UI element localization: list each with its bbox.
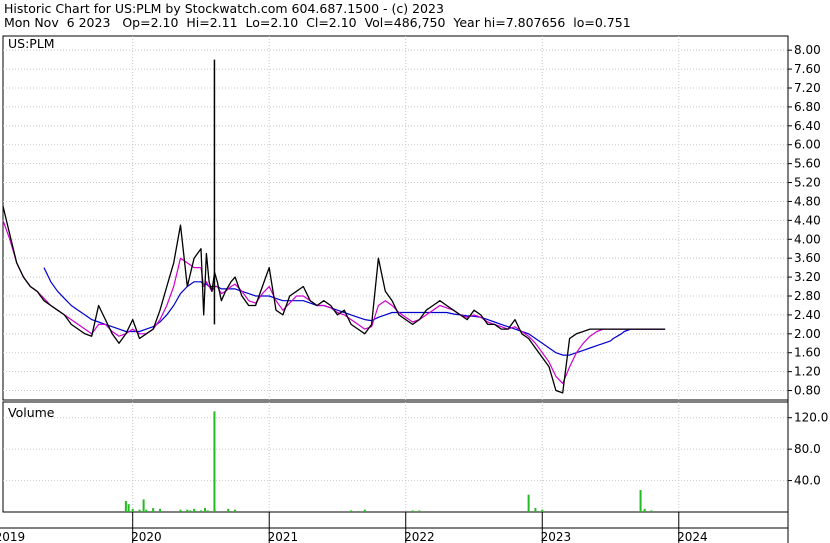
long-moving-average-line <box>43 267 666 356</box>
price-tick-label: 2.40 <box>794 308 821 322</box>
price-line <box>2 206 666 394</box>
price-tick-label: 6.40 <box>794 119 821 133</box>
price-tick-label: 2.80 <box>794 289 821 303</box>
year-label: 2019 <box>0 530 25 543</box>
price-tick-label: 7.60 <box>794 62 821 76</box>
chart-canvas: 0.80 1.20 1.60 2.00 2.40 2.80 3.20 3.60 4.00 4.40… <box>0 35 828 543</box>
price-tick-label: 4.80 <box>794 194 821 208</box>
price-tick-label: 8.00 <box>794 43 821 57</box>
short-moving-average-line <box>2 220 666 385</box>
price-tick-label: 6.00 <box>794 138 821 152</box>
year-label: 2024 <box>677 530 708 543</box>
price-tick-label: 4.40 <box>794 213 821 227</box>
price-tick-label: 5.60 <box>794 157 821 171</box>
price-panel-label: US:PLM <box>8 36 55 51</box>
price-tick-label: 0.80 <box>794 384 821 398</box>
volume-tick-label: 80.0 <box>794 442 821 456</box>
price-tick-label: 2.00 <box>794 327 821 341</box>
price-tick-label: 1.20 <box>794 365 821 379</box>
price-tick-label: 1.60 <box>794 346 821 360</box>
volume-tick-label: 120.0 <box>794 411 828 425</box>
volume-panel-frame <box>2 401 789 513</box>
price-tick-label: 3.60 <box>794 251 821 265</box>
price-tick-label: 3.20 <box>794 270 821 284</box>
year-label: 2022 <box>404 530 435 543</box>
year-label: 2023 <box>541 530 572 543</box>
price-tick-label: 7.20 <box>794 81 821 95</box>
volume-panel-label: Volume <box>8 405 55 420</box>
year-label: 2021 <box>268 530 299 543</box>
price-panel-frame <box>2 35 789 401</box>
price-tick-label: 6.80 <box>794 100 821 114</box>
price-tick-label: 5.20 <box>794 176 821 190</box>
year-label: 2020 <box>131 530 162 543</box>
stock-chart: Historic Chart for US:PLM by Stockwatch.… <box>0 0 830 543</box>
price-tick-label: 4.00 <box>794 232 821 246</box>
volume-tick-label: 40.0 <box>794 474 821 488</box>
